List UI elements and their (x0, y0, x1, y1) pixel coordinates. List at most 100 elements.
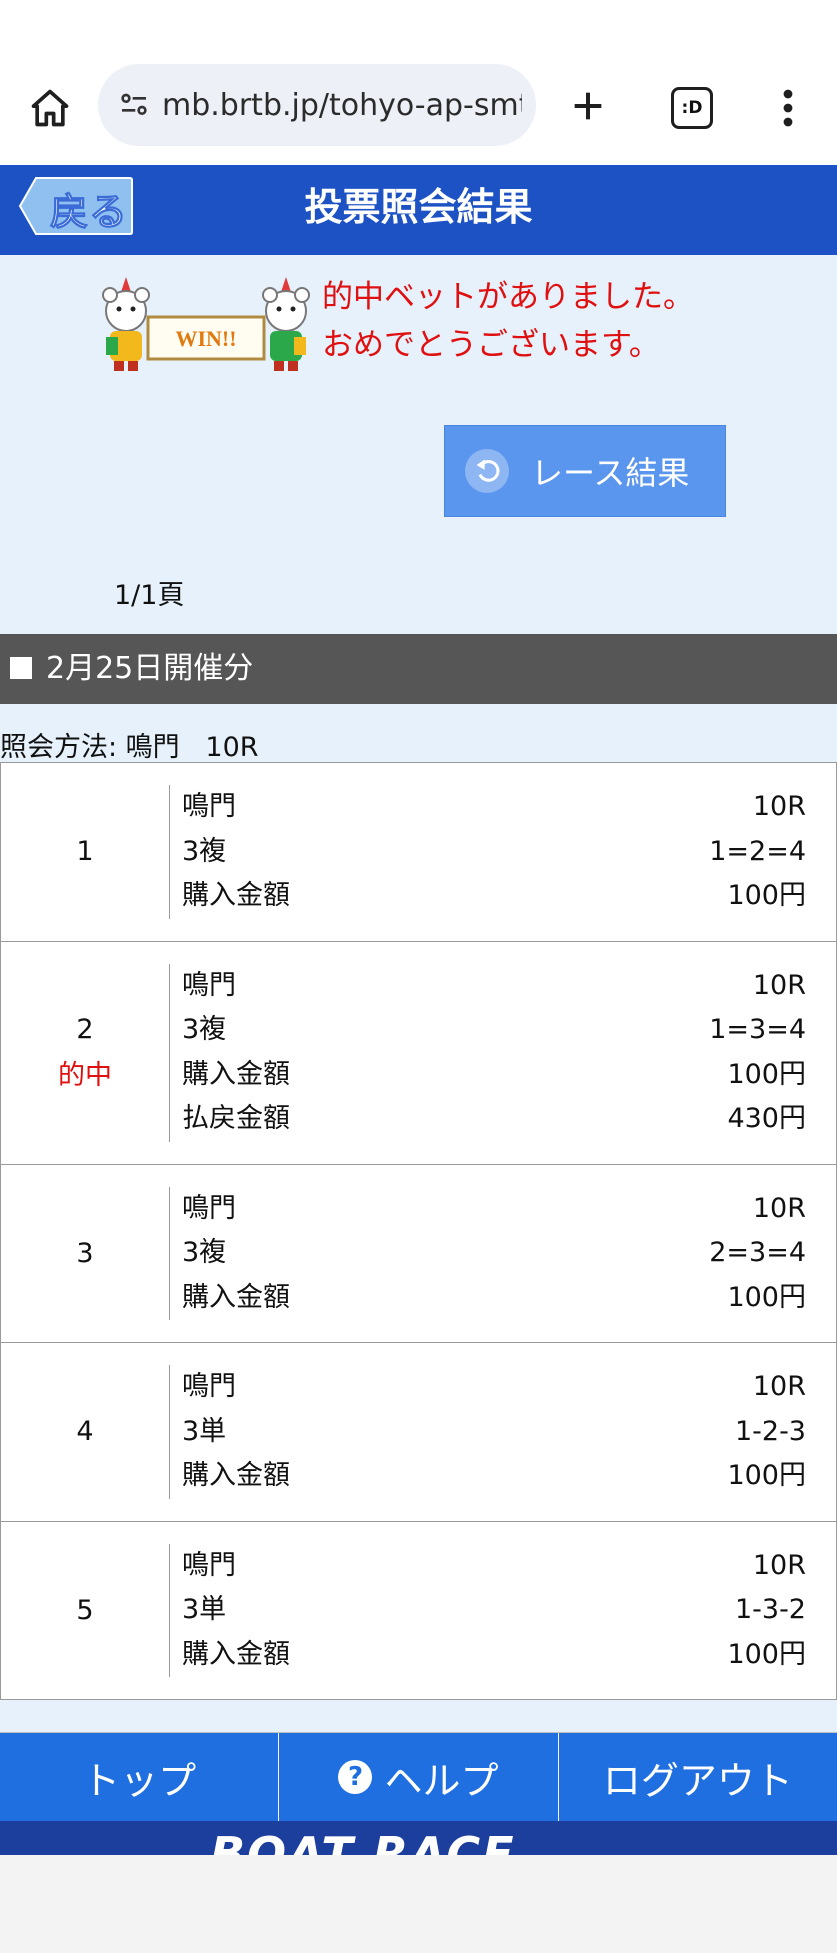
bet-row: 3 鳴門 10R 3複 2=3=4 購入金額 100円 (1, 1165, 836, 1343)
new-tab-icon[interactable] (560, 78, 616, 134)
bet-detail-row: 3単 1-3-2 (170, 1588, 806, 1633)
bet-detail: 鳴門 10R 3単 1-3-2 購入金額 100円 (169, 1543, 806, 1678)
return-arrow-icon (465, 449, 509, 493)
bet-detail-value: 100円 (727, 880, 806, 911)
square-bullet-icon (10, 657, 32, 679)
browser-toolbar: mb.brtb.jp/tohyo-ap-smt :D (0, 0, 837, 165)
bet-row: 2 的中 鳴門 10R 3複 1=3=4 購入金額 100円払戻金額 430円 (1, 942, 836, 1165)
logout-button[interactable]: ログアウト (558, 1733, 837, 1821)
bet-row: 4 鳴門 10R 3単 1-2-3 購入金額 100円 (1, 1343, 836, 1522)
blank-bottom-area (0, 1855, 837, 1953)
bet-detail-row: 3単 1-2-3 (170, 1410, 806, 1455)
page-indicator: 1/1頁 (114, 580, 185, 611)
bet-list: 1 鳴門 10R 3複 1=2=4 購入金額 100円 2 的中 鳴門 10R 3複 1=3=4 購入金額… (0, 762, 837, 1700)
boat-race-logo: BOAT RACE (210, 1827, 516, 1855)
bet-detail-row: 鳴門 10R (170, 1187, 806, 1232)
bet-detail: 鳴門 10R 3複 1=2=4 購入金額 100円 (169, 785, 806, 919)
bet-detail-value: 1=2=4 (709, 835, 806, 867)
bet-detail-row: 3複 2=3=4 (170, 1231, 806, 1276)
bet-detail-label: 鳴門 (182, 791, 236, 822)
bet-number: 2 (76, 1013, 94, 1045)
address-bar[interactable]: mb.brtb.jp/tohyo-ap-smt (98, 64, 536, 146)
bet-detail-row: 鳴門 10R (170, 1365, 806, 1410)
win-message-line1: 的中ベットがありました。 (322, 279, 694, 315)
bet-number-cell: 1 (1, 763, 169, 941)
url-text[interactable]: mb.brtb.jp/tohyo-ap-smt (162, 88, 522, 123)
back-label: 戻る (49, 190, 129, 235)
bet-detail-label: 購入金額 (182, 1281, 290, 1313)
help-label: ヘルプ (384, 1758, 499, 1803)
bet-detail-row: 3複 1=2=4 (170, 830, 806, 875)
bet-detail-value: 10R (752, 791, 806, 822)
bet-detail: 鳴門 10R 3複 1=3=4 購入金額 100円払戻金額 430円 (169, 963, 806, 1142)
tab-switcher-button[interactable]: :D (664, 80, 720, 136)
top-button[interactable]: トップ (0, 1733, 280, 1821)
footer-nav: トップ ? ヘルプ ログアウト (0, 1732, 837, 1821)
bet-detail-value: 10R (752, 1371, 806, 1402)
hit-label: 的中 (58, 1059, 112, 1091)
help-button[interactable]: ? ヘルプ (279, 1733, 559, 1821)
bet-detail-value: 430円 (727, 1103, 806, 1134)
bet-detail-label: 鳴門 (182, 1371, 236, 1402)
bet-detail-label: 鳴門 (182, 969, 236, 1001)
bet-detail-value: 10R (752, 1549, 806, 1581)
bet-detail-label: 3単 (182, 1415, 227, 1447)
back-button[interactable]: 戻る (18, 175, 134, 235)
site-settings-icon[interactable] (112, 83, 156, 127)
bet-detail-label: 購入金額 (182, 880, 290, 911)
bet-detail-value: 1=3=4 (709, 1014, 806, 1045)
bet-detail-row: 購入金額 100円 (170, 1053, 806, 1098)
bet-detail-row: 購入金額 100円 (170, 1633, 806, 1678)
race-result-button[interactable]: レース結果 (444, 425, 726, 517)
bet-detail-value: 100円 (727, 1638, 806, 1670)
bet-detail: 鳴門 10R 3複 2=3=4 購入金額 100円 (169, 1186, 806, 1321)
bet-detail-row: 購入金額 100円 (170, 1276, 806, 1321)
bet-detail-label: 鳴門 (182, 1549, 236, 1581)
top-label: トップ (82, 1758, 197, 1803)
win-message: 的中ベットがありました。 おめでとうございます。 (322, 273, 694, 369)
logout-label: ログアウト (602, 1758, 793, 1803)
tab-count: :D (671, 87, 713, 129)
bet-number-cell: 3 (1, 1165, 169, 1343)
more-menu-icon[interactable] (768, 80, 808, 136)
brand-strip: BOAT RACE (0, 1821, 837, 1855)
bet-detail-value: 100円 (727, 1281, 806, 1313)
page-content: 投票照会結果 戻る WIN!! 的中ベットがありました。 おめでとうございます。… (0, 165, 837, 1855)
help-icon: ? (338, 1760, 373, 1794)
bet-detail-value: 10R (752, 1192, 806, 1224)
bet-detail-label: 3複 (182, 1014, 227, 1045)
bet-detail-label: 鳴門 (182, 1192, 236, 1224)
date-section-header: 2月25日開催分 (0, 634, 837, 704)
bet-detail-label: 3複 (182, 835, 227, 867)
bet-detail-row: 鳴門 10R (170, 964, 806, 1009)
bet-detail-value: 1-2-3 (734, 1415, 806, 1447)
bet-number: 3 (76, 1237, 94, 1269)
bet-number-cell: 5 (1, 1522, 169, 1700)
win-message-line2: おめでとうございます。 (322, 327, 660, 363)
home-icon[interactable] (22, 80, 78, 136)
bet-detail-row: 購入金額 100円 (170, 1454, 806, 1499)
bet-detail-value: 2=3=4 (709, 1237, 806, 1268)
bet-number: 5 (76, 1594, 94, 1626)
bet-detail-label: 3単 (182, 1594, 227, 1625)
page-header: 投票照会結果 戻る (0, 165, 837, 255)
bet-detail-label: 購入金額 (182, 1058, 290, 1090)
bet-detail-row: 払戻金額 430円 (170, 1097, 806, 1142)
win-sign-text: WIN!! (175, 326, 236, 351)
bet-number-cell: 2 的中 (1, 942, 169, 1164)
bet-detail: 鳴門 10R 3単 1-2-3 購入金額 100円 (169, 1365, 806, 1499)
bet-row: 5 鳴門 10R 3単 1-3-2 購入金額 100円 (1, 1522, 836, 1700)
bet-detail-value: 100円 (727, 1460, 806, 1491)
bet-detail-label: 購入金額 (182, 1638, 290, 1670)
bet-detail-row: 購入金額 100円 (170, 874, 806, 919)
bet-detail-label: 購入金額 (182, 1460, 290, 1491)
bet-detail-row: 鳴門 10R (170, 1544, 806, 1589)
bet-detail-value: 100円 (727, 1058, 806, 1090)
bet-number: 1 (76, 836, 94, 868)
bet-number: 4 (76, 1416, 94, 1448)
bet-detail-value: 10R (752, 969, 806, 1001)
race-result-label: レース結果 (531, 454, 690, 492)
bet-number-cell: 4 (1, 1343, 169, 1521)
bet-detail-label: 3複 (182, 1237, 227, 1268)
bet-detail-row: 3複 1=3=4 (170, 1008, 806, 1053)
